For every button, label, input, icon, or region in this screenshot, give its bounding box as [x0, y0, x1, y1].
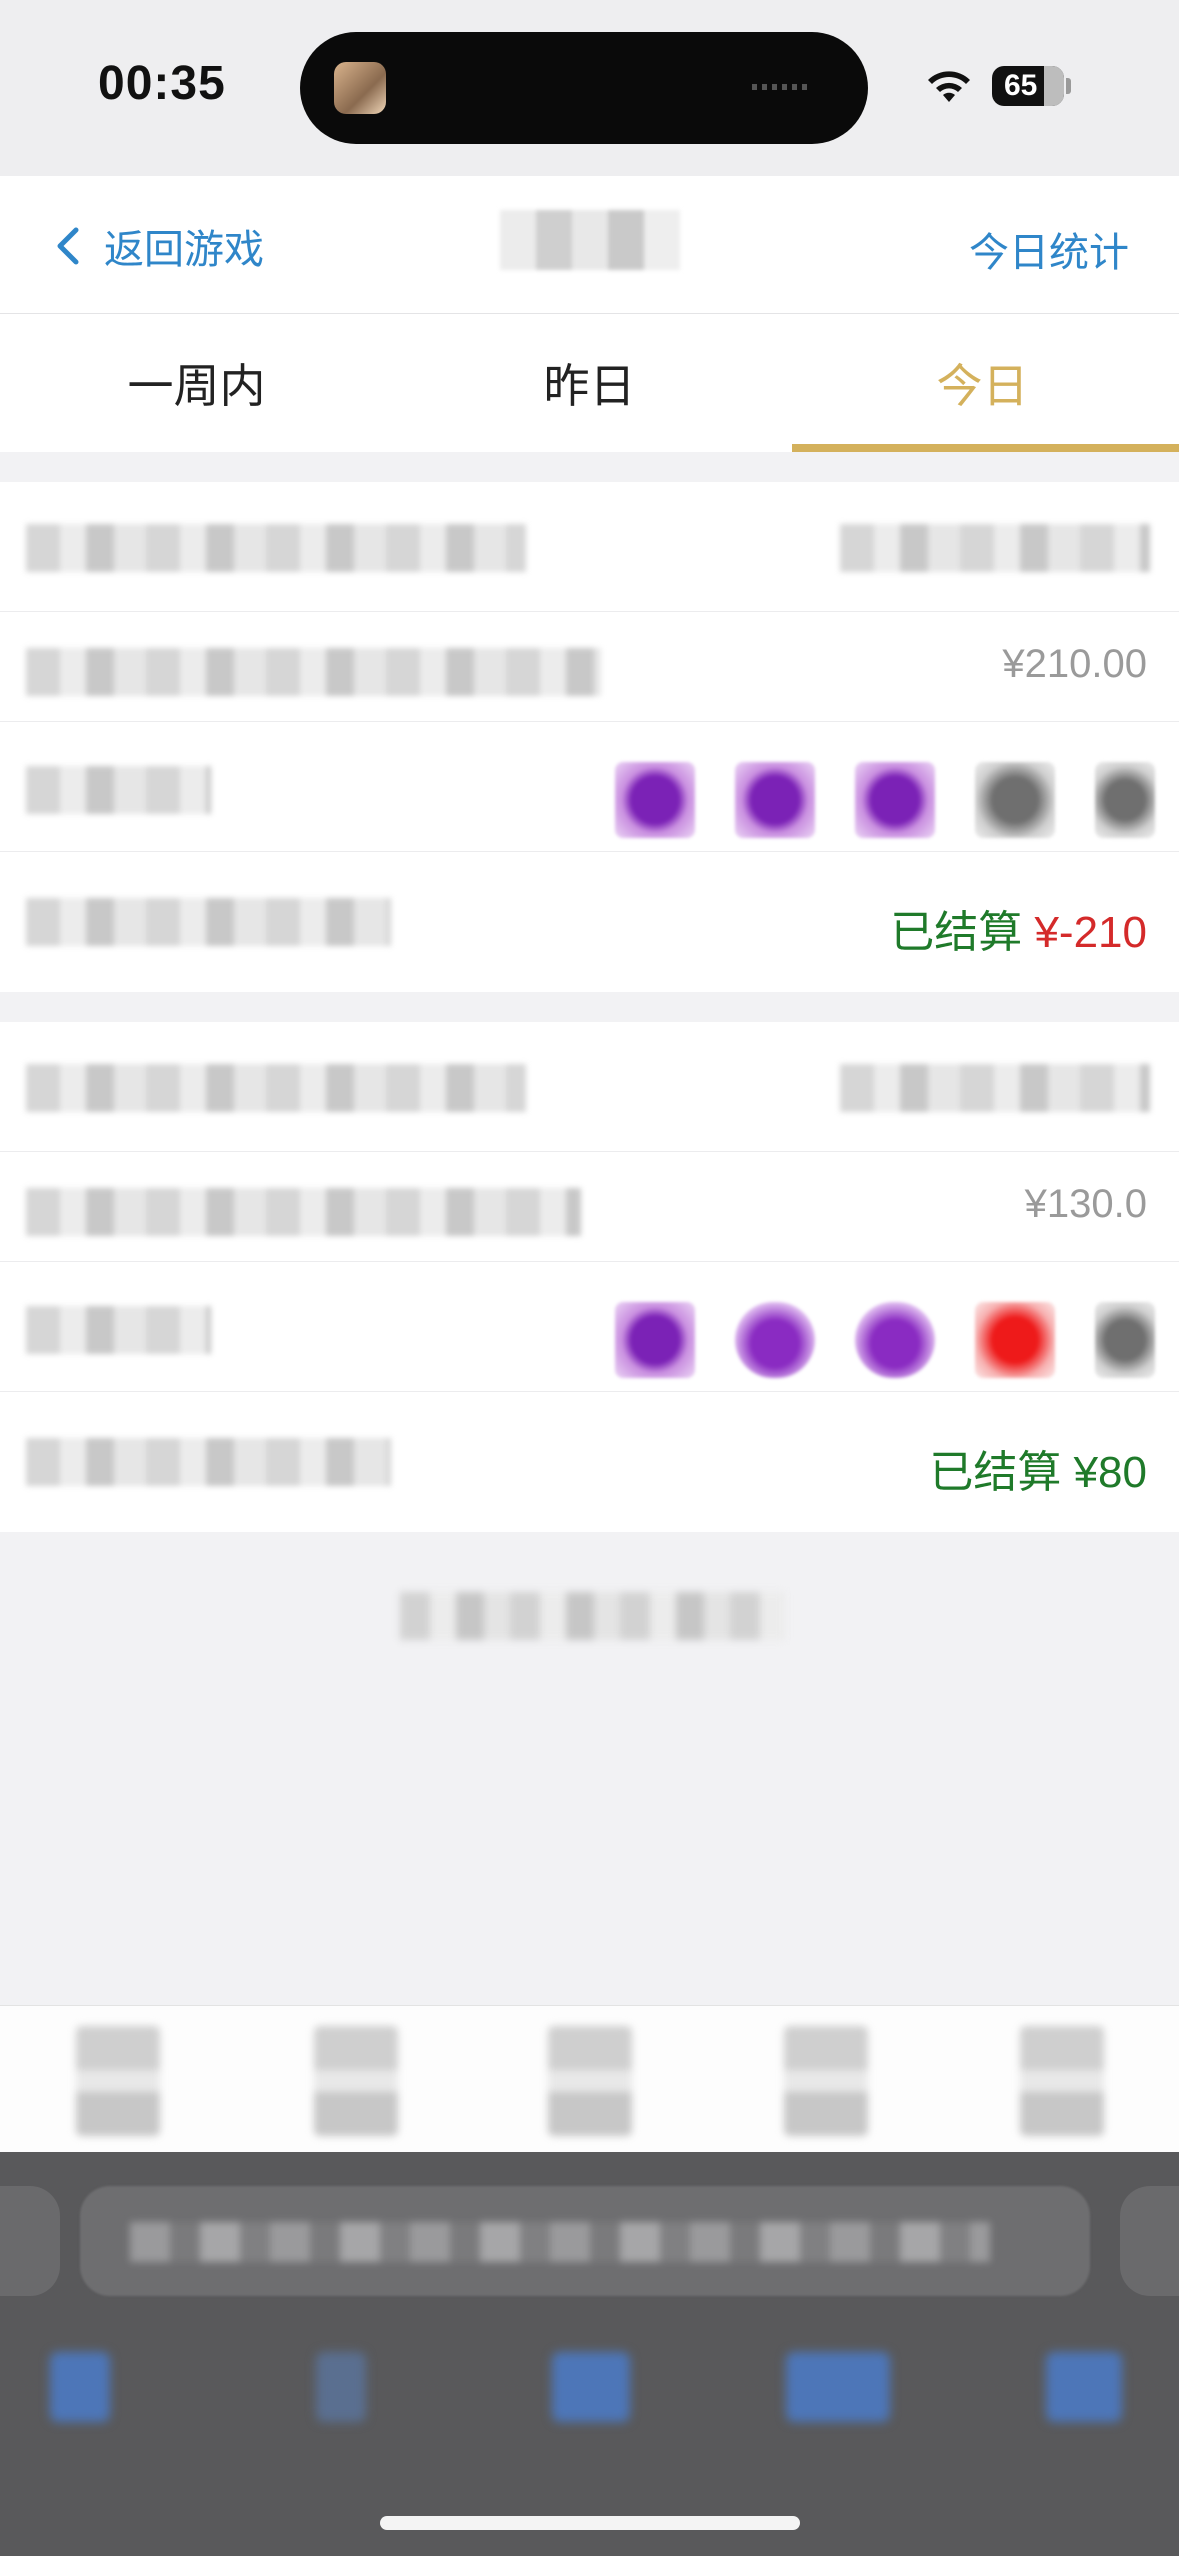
result-chip [735, 1302, 815, 1378]
wifi-icon [928, 71, 970, 102]
previous-tab-preview[interactable] [0, 2186, 60, 2296]
record-result-row [0, 722, 1179, 852]
settle-value: ¥-210 [1034, 908, 1147, 957]
list-footer-redacted [400, 1592, 785, 1640]
home-indicator[interactable] [380, 2516, 800, 2530]
browser-toolbar [0, 2152, 1179, 2556]
record-header-row [0, 482, 1179, 612]
redacted-text [26, 1306, 211, 1354]
tabbar-item-support[interactable] [784, 2026, 868, 2136]
tabs-icon[interactable] [1046, 2352, 1122, 2422]
record-result-row [0, 1262, 1179, 1392]
settle-status: 已结算 ¥80 [929, 1436, 1147, 1500]
back-button[interactable]: 返回游戏 [52, 216, 264, 276]
redacted-text [26, 1188, 581, 1236]
result-badges [615, 762, 1155, 838]
result-chip [975, 762, 1055, 838]
redacted-text [26, 766, 211, 814]
page-title-redacted [500, 210, 680, 270]
redacted-text [26, 524, 526, 572]
today-stats-link[interactable]: 今日统计 [969, 220, 1129, 278]
result-badges [615, 1302, 1155, 1378]
bottom-tab-bar [0, 2005, 1179, 2152]
tab-week[interactable]: 一周内 [0, 314, 393, 452]
bookmarks-icon[interactable] [786, 2352, 890, 2422]
status-time: 00:35 [98, 57, 226, 110]
nav-bar: 返回游戏 今日统计 [0, 176, 1179, 314]
bet-amount: ¥130.0 [1024, 1182, 1147, 1226]
tab-yesterday[interactable]: 昨日 [393, 314, 786, 452]
record-settle-row: 已结算 ¥80 [0, 1392, 1179, 1532]
result-chip [855, 1302, 935, 1378]
battery-nub [1066, 78, 1071, 94]
redacted-time [840, 524, 1150, 572]
date-tabs: 一周内 昨日 今日 [0, 314, 1179, 452]
tabbar-item-profile[interactable] [1020, 2026, 1104, 2136]
settle-label: 已结算 [929, 1448, 1062, 1497]
address-text-redacted [130, 2222, 990, 2262]
chevron-left-icon [57, 227, 79, 265]
tabbar-item-group-chat[interactable] [548, 2026, 632, 2136]
result-chip [1095, 762, 1155, 838]
tabbar-item-home[interactable] [76, 2026, 160, 2136]
result-chip [615, 762, 695, 838]
activity-dots-icon [752, 84, 812, 90]
back-label: 返回游戏 [104, 228, 264, 272]
record-card[interactable]: ¥210.00 已结算 ¥-210 [0, 482, 1179, 992]
next-tab-preview[interactable] [1120, 2186, 1179, 2296]
tabbar-item-wallet[interactable] [314, 2026, 398, 2136]
forward-nav-icon[interactable] [316, 2352, 366, 2422]
record-amount-row: ¥210.00 [0, 612, 1179, 722]
bet-amount: ¥210.00 [1002, 642, 1147, 686]
status-bar: 00:35 65 [0, 0, 1179, 176]
record-settle-row: 已结算 ¥-210 [0, 852, 1179, 992]
result-chip [735, 762, 815, 838]
share-icon[interactable] [552, 2352, 630, 2422]
media-thumbnail [334, 62, 386, 114]
settle-label: 已结算 [890, 908, 1023, 957]
settle-value: ¥80 [1073, 1448, 1147, 1497]
redacted-text [26, 1438, 391, 1486]
redacted-text [26, 898, 391, 946]
record-amount-row: ¥130.0 [0, 1152, 1179, 1262]
tab-today[interactable]: 今日 [786, 314, 1179, 452]
result-chip [615, 1302, 695, 1378]
result-chip [1095, 1302, 1155, 1378]
settle-status: 已结算 ¥-210 [890, 896, 1147, 960]
battery-level: 65 [1004, 69, 1038, 102]
dynamic-island [300, 32, 868, 144]
battery-icon: 65 [992, 66, 1064, 106]
back-nav-icon[interactable] [50, 2352, 110, 2422]
redacted-text [26, 1064, 526, 1112]
result-chip [855, 762, 935, 838]
result-chip [975, 1302, 1055, 1378]
record-header-row [0, 1022, 1179, 1152]
redacted-time [840, 1064, 1150, 1112]
redacted-text [26, 648, 601, 696]
record-card[interactable]: ¥130.0 已结算 ¥80 [0, 1022, 1179, 1532]
